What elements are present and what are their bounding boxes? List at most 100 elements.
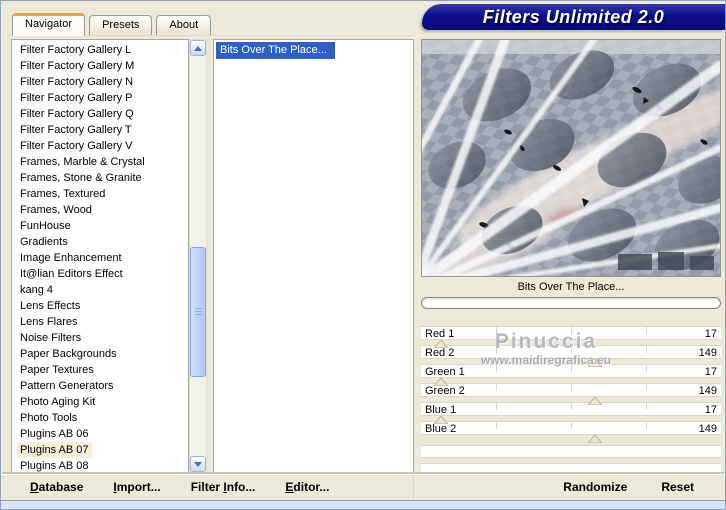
slider-track-red-2[interactable]: Red 2 149	[421, 345, 721, 359]
scrollbar-grip-icon	[195, 308, 202, 309]
list-item[interactable]: Filter Factory Gallery P	[12, 90, 188, 106]
list-item[interactable]: Plugins AB 07	[12, 442, 188, 458]
slider-tick	[496, 346, 497, 353]
slider-tick	[571, 384, 572, 391]
slider-tick	[496, 327, 497, 334]
list-item[interactable]: Frames, Stone & Granite	[12, 170, 188, 186]
slider-tick	[571, 403, 572, 410]
list-item[interactable]: FunHouse	[12, 218, 188, 234]
slider-row: Red 1 17	[421, 326, 721, 349]
tab-about[interactable]: About	[156, 15, 212, 35]
slider-thumb[interactable]	[587, 434, 604, 444]
list-item[interactable]: Plugins AB 08	[12, 458, 188, 472]
slider-track-green-2[interactable]: Green 2 149	[421, 383, 721, 397]
footer-right-group: Randomize Reset	[414, 475, 724, 499]
slider-label: Green 2	[425, 385, 465, 397]
window-bottom-edge	[1, 500, 725, 509]
slider-tick	[496, 403, 497, 410]
slider-tick	[496, 422, 497, 429]
slider-thumb[interactable]	[587, 396, 604, 406]
slider-tick	[571, 327, 572, 334]
list-item[interactable]: Filter Factory Gallery Q	[12, 106, 188, 122]
filter-info-button[interactable]: Filter Info...	[191, 480, 256, 494]
chevron-up-icon	[194, 45, 202, 51]
category-list[interactable]: Filter Factory Gallery L Filter Factory G…	[11, 39, 189, 473]
list-item[interactable]: Paper Backgrounds	[12, 346, 188, 362]
preview-frame	[408, 27, 726, 294]
list-item[interactable]: Photo Tools	[12, 410, 188, 426]
list-item[interactable]: Lens Flares	[12, 314, 188, 330]
title-banner: Filters Unlimited 2.0	[422, 4, 725, 30]
selected-category: Plugins AB 07	[17, 442, 92, 458]
slider-row: Blue 1 17	[421, 402, 721, 425]
list-item[interactable]: Photo Aging Kit	[12, 394, 188, 410]
slider-track-red-1[interactable]: Red 1 17	[421, 326, 721, 340]
tab-presets[interactable]: Presets	[89, 15, 153, 35]
slider-row-empty	[421, 445, 721, 458]
list-item[interactable]: Frames, Wood	[12, 202, 188, 218]
slider-row: Red 2 149	[421, 345, 721, 368]
database-button[interactable]: Database	[30, 480, 83, 494]
scroll-down-button[interactable]	[190, 456, 206, 472]
slider-thumb[interactable]	[432, 339, 449, 349]
slider-tick	[646, 327, 647, 334]
list-item[interactable]: Lens Effects	[12, 298, 188, 314]
list-item[interactable]: Gradients	[12, 234, 188, 250]
list-item[interactable]: Filter Factory Gallery N	[12, 74, 188, 90]
slider-tick	[571, 365, 572, 372]
scrollbar-thumb[interactable]	[190, 247, 206, 377]
progress-bar	[421, 297, 721, 309]
scroll-up-button[interactable]	[190, 40, 206, 56]
slider-thumb[interactable]	[432, 377, 449, 387]
filters-unlimited-dialog: Navigator Presets About Filters Unlimited …	[0, 0, 726, 510]
slider-label: Blue 2	[425, 423, 457, 435]
list-item[interactable]: Filter Factory Gallery T	[12, 122, 188, 138]
slider-tick	[646, 422, 647, 429]
list-item[interactable]: kang 4	[12, 282, 188, 298]
list-item[interactable]: Paper Textures	[12, 362, 188, 378]
list-item[interactable]: Filter Factory Gallery V	[12, 138, 188, 154]
slider-value: 17	[704, 328, 717, 340]
slider-tick	[646, 365, 647, 372]
category-list-scrollbar[interactable]	[189, 39, 207, 473]
slider-track-blue-1[interactable]: Blue 1 17	[421, 402, 721, 416]
slider-tick	[646, 346, 647, 353]
list-item[interactable]: Frames, Textured	[12, 186, 188, 202]
filter-list[interactable]: Bits Over The Place...	[213, 39, 414, 473]
chevron-down-icon	[194, 461, 202, 467]
list-item[interactable]: Pattern Generators	[12, 378, 188, 394]
slider-thumb[interactable]	[432, 415, 449, 425]
list-item[interactable]: Plugins AB 06	[12, 426, 188, 442]
tab-navigator[interactable]: Navigator	[12, 13, 86, 36]
list-item[interactable]: Noise Filters	[12, 330, 188, 346]
preview-caption: Bits Over The Place...	[517, 281, 625, 293]
slider-track-blue-2[interactable]: Blue 2 149	[421, 421, 721, 435]
slider-tick	[571, 346, 572, 353]
import-button[interactable]: Import...	[113, 480, 160, 494]
slider-value: 149	[698, 347, 717, 359]
slider-tick	[571, 422, 572, 429]
slider-value: 149	[698, 385, 717, 397]
preview-panel: Bits Over The Place... Red 1 17 Red 2 149 Gr…	[408, 27, 726, 475]
reset-button[interactable]: Reset	[661, 480, 694, 494]
slider-tick	[646, 384, 647, 391]
slider-group: Red 1 17 Red 2 149 Green 1 17 Green 2 149 Blue 1…	[421, 326, 721, 444]
slider-value: 17	[704, 404, 717, 416]
footer-bar: Database Import... Filter Info... Editor...…	[2, 474, 724, 499]
slider-tick	[496, 365, 497, 372]
list-item[interactable]: Frames, Marble & Crystal	[12, 154, 188, 170]
editor-button[interactable]: Editor...	[285, 480, 329, 494]
tab-strip: Navigator Presets About	[12, 8, 212, 36]
list-item[interactable]: Image Enhancement	[12, 250, 188, 266]
slider-tick	[646, 403, 647, 410]
preview-image	[408, 27, 726, 294]
randomize-button[interactable]: Randomize	[563, 480, 627, 494]
list-item[interactable]: It@lian Editors Effect	[12, 266, 188, 282]
filter-list-item[interactable]: Bits Over The Place...	[216, 42, 335, 59]
list-item[interactable]: Filter Factory Gallery L	[12, 42, 188, 58]
slider-label: Red 2	[425, 347, 455, 359]
slider-track-green-1[interactable]: Green 1 17	[421, 364, 721, 378]
list-item[interactable]: Filter Factory Gallery M	[12, 58, 188, 74]
slider-thumb[interactable]	[587, 358, 604, 368]
slider-tick	[496, 384, 497, 391]
